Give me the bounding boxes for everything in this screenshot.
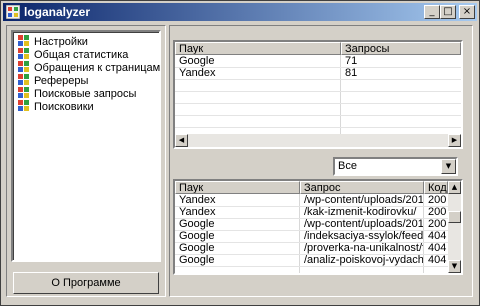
- filter-selected-value: Все: [338, 160, 357, 172]
- sidebar-item-label: Поисковые запросы: [34, 88, 137, 100]
- folder-icon: [18, 100, 29, 111]
- table-cell[interactable]: /wp-content/uploads/201...: [300, 218, 423, 230]
- navigation-tree: Настройки Общая статистика Обращения к с…: [11, 30, 161, 262]
- sidebar-item-settings[interactable]: Настройки: [18, 35, 88, 48]
- scroll-up-icon[interactable]: ▲: [448, 181, 461, 194]
- window-title: loganalyzer: [24, 5, 91, 19]
- column-header-spider[interactable]: Паук: [175, 181, 300, 194]
- horizontal-scrollbar[interactable]: ◀ ▶: [175, 134, 461, 147]
- sidebar-item-page-requests[interactable]: Обращения к страницам: [18, 61, 160, 74]
- table-cell[interactable]: Google: [175, 242, 299, 254]
- table-cell[interactable]: Yandex: [175, 194, 299, 206]
- sidebar-item-label: Рефереры: [34, 75, 89, 87]
- folder-icon: [18, 48, 29, 59]
- minimize-button[interactable]: _: [424, 5, 440, 19]
- sidebar-item-referrers[interactable]: Рефереры: [18, 74, 88, 87]
- app-window: loganalyzer _ □ × Настройки Общая статис…: [0, 0, 480, 306]
- spider-summary-table: Паук Запросы Google 71 Yandex 81 ◀ ▶: [173, 40, 463, 149]
- spider-filter-select[interactable]: Все ▼: [333, 157, 458, 176]
- close-button[interactable]: ×: [459, 5, 475, 19]
- column-header-spider[interactable]: Паук: [175, 42, 341, 55]
- about-button[interactable]: О Программе: [13, 272, 159, 294]
- table-cell[interactable]: 404: [424, 242, 448, 254]
- vertical-scrollbar[interactable]: ▲ ▼: [448, 181, 461, 273]
- table-cell[interactable]: /indeksaciya-ssylok/feed/: [300, 230, 423, 242]
- scrollbar-thumb[interactable]: [448, 211, 461, 223]
- table-cell[interactable]: 404: [424, 230, 448, 242]
- column-header-request[interactable]: Запрос: [300, 181, 424, 194]
- chevron-down-icon[interactable]: ▼: [441, 159, 456, 174]
- table-cell[interactable]: Yandex: [175, 67, 341, 79]
- sidebar-item-search-queries[interactable]: Поисковые запросы: [18, 87, 136, 100]
- table-cell[interactable]: 200: [424, 218, 448, 230]
- table-cell[interactable]: 200: [424, 194, 448, 206]
- table-cell[interactable]: /analiz-poiskovoj-vydachi/...: [300, 254, 423, 266]
- table-cell[interactable]: Google: [175, 55, 341, 67]
- scroll-right-icon[interactable]: ▶: [448, 134, 461, 147]
- right-panel: Паук Запросы Google 71 Yandex 81 ◀ ▶ Все…: [169, 25, 473, 297]
- spider-requests-table: Паук Запрос Код Yandex /wp-content/uploa…: [173, 179, 463, 275]
- table-cell[interactable]: Google: [175, 254, 299, 266]
- table-cell[interactable]: 200: [424, 206, 448, 218]
- column-header-code[interactable]: Код: [424, 181, 448, 194]
- scroll-down-icon[interactable]: ▼: [448, 260, 461, 273]
- table-cell[interactable]: Google: [175, 230, 299, 242]
- table-cell[interactable]: Yandex: [175, 206, 299, 218]
- folder-icon: [18, 87, 29, 98]
- table-cell[interactable]: Google: [175, 218, 299, 230]
- table-cell[interactable]: /wp-content/uploads/201...: [300, 194, 423, 206]
- left-panel: Настройки Общая статистика Обращения к с…: [6, 25, 166, 297]
- title-bar[interactable]: loganalyzer _ □ ×: [3, 3, 477, 21]
- table-cell[interactable]: 404: [424, 254, 448, 266]
- sidebar-item-label: Поисковики: [34, 101, 94, 113]
- sidebar-item-general-stats[interactable]: Общая статистика: [18, 48, 128, 61]
- column-header-requests[interactable]: Запросы: [341, 42, 461, 55]
- sidebar-item-label: Обращения к страницам: [34, 62, 161, 74]
- table-cell[interactable]: /proverka-na-unikalnost/f...: [300, 242, 423, 254]
- table-cell[interactable]: /kak-izmenit-kodirovku/: [300, 206, 423, 218]
- folder-icon: [18, 61, 29, 72]
- sidebar-item-label: Общая статистика: [34, 49, 129, 61]
- app-icon: [6, 5, 20, 19]
- sidebar-item-label: Настройки: [34, 36, 88, 48]
- folder-icon: [18, 35, 29, 46]
- table-cell[interactable]: 71: [341, 55, 461, 67]
- scroll-left-icon[interactable]: ◀: [175, 134, 188, 147]
- table-cell[interactable]: 81: [341, 67, 461, 79]
- sidebar-item-search-engines[interactable]: Поисковики: [18, 100, 94, 113]
- maximize-button[interactable]: □: [440, 5, 456, 19]
- folder-icon: [18, 74, 29, 85]
